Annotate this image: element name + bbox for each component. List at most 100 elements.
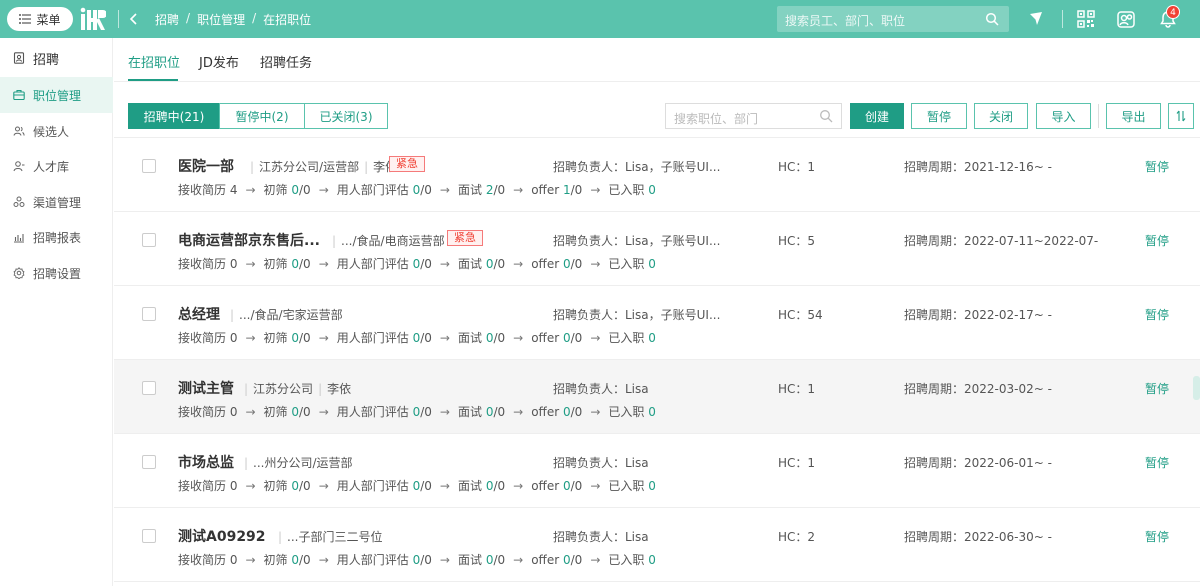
screen-total: /0: [299, 553, 311, 567]
contacts-icon[interactable]: [1116, 9, 1136, 29]
received-count[interactable]: 接收简历 0: [178, 331, 237, 345]
search-icon[interactable]: [985, 12, 999, 26]
status-tab-paused[interactable]: 暂停中(2): [219, 103, 305, 129]
job-search-input[interactable]: 搜索职位、部门: [665, 103, 842, 129]
offer-label: offer: [531, 479, 560, 493]
received-count[interactable]: 接收简历 0: [178, 257, 237, 271]
sidebar-item-job-management[interactable]: 职位管理: [0, 77, 113, 113]
sidebar-item-recruit[interactable]: 招聘: [0, 40, 113, 76]
tab-recruit-tasks[interactable]: 招聘任务: [260, 52, 312, 71]
job-title[interactable]: 市场总监: [178, 452, 234, 472]
job-title[interactable]: 医院一部: [178, 156, 234, 176]
joined-count[interactable]: 0: [648, 257, 656, 271]
job-title[interactable]: 测试主管: [178, 378, 234, 398]
pause-link[interactable]: 暂停: [1145, 158, 1169, 175]
sidebar-item-reports[interactable]: 招聘报表: [0, 219, 113, 255]
offer-count[interactable]: 0: [563, 257, 571, 271]
arrow-icon: →: [513, 331, 524, 345]
offer-count[interactable]: 0: [563, 553, 571, 567]
job-row[interactable]: 电商运营部京东售后... | .../食品/电商运营部 紧急 招聘负责人：Lisa，子账…: [114, 212, 1200, 286]
joined-count[interactable]: 0: [648, 331, 656, 345]
screen-count[interactable]: 0: [291, 183, 299, 197]
job-title[interactable]: 电商运营部京东售后...: [178, 230, 320, 250]
screen-count[interactable]: 0: [291, 553, 299, 567]
job-title[interactable]: 测试A09292: [178, 526, 266, 546]
close-button[interactable]: 关闭: [974, 103, 1028, 129]
offer-total: /0: [570, 183, 583, 197]
job-row[interactable]: 测试A09292 | ...子部门三二号位 招聘负责人：Lisa HC：2 招聘周期：20…: [114, 508, 1200, 582]
job-row[interactable]: 总经理 | .../食品/宅家运营部 招聘负责人：Lisa，子账号UI... HC：54…: [114, 286, 1200, 360]
job-row[interactable]: 测试主管 | 江苏分公司 | 李依 招聘负责人：Lisa HC：1 招聘周期：2022-03-…: [114, 360, 1200, 434]
joined-count[interactable]: 0: [648, 405, 656, 419]
import-button[interactable]: 导入: [1036, 103, 1091, 129]
row-checkbox[interactable]: [142, 159, 156, 173]
sidebar-item-settings[interactable]: 招聘设置: [0, 255, 113, 291]
arrow-icon: →: [245, 479, 256, 493]
joined-count[interactable]: 0: [648, 183, 656, 197]
row-checkbox[interactable]: [142, 307, 156, 321]
screen-total: /0: [299, 479, 311, 493]
menu-button[interactable]: 菜单: [7, 7, 73, 31]
received-count[interactable]: 接收简历 0: [178, 405, 237, 419]
sidebar-item-talent-pool[interactable]: 人才库: [0, 148, 113, 184]
pointer-icon[interactable]: [1026, 9, 1046, 29]
job-department: .../食品/电商运营部: [341, 234, 445, 248]
status-tab-closed[interactable]: 已关闭(3): [304, 103, 388, 129]
job-row[interactable]: 医院一部 | 江苏分公司/运营部 | 李依 紧急 招聘负责人：Lisa，子账号UI... HC…: [114, 138, 1200, 212]
sidebar-item-label: 招聘: [33, 52, 60, 68]
tab-open-positions[interactable]: 在招职位: [128, 52, 180, 71]
screen-label: 初筛: [263, 331, 288, 345]
screen-count[interactable]: 0: [291, 331, 299, 345]
pause-button[interactable]: 暂停: [911, 103, 967, 129]
pause-link[interactable]: 暂停: [1145, 306, 1169, 323]
received-count[interactable]: 接收简历 0: [178, 553, 237, 567]
scrollbar-thumb[interactable]: [1193, 376, 1200, 400]
row-checkbox[interactable]: [142, 455, 156, 469]
dept-eval-label: 用人部门评估: [336, 553, 409, 567]
status-tab-recruiting[interactable]: 招聘中(21): [128, 103, 220, 129]
pause-link[interactable]: 暂停: [1145, 528, 1169, 545]
global-search-input[interactable]: 搜索员工、部门、职位: [777, 6, 1009, 32]
offer-count[interactable]: 0: [563, 405, 571, 419]
create-button[interactable]: 创建: [850, 103, 904, 129]
screen-count[interactable]: 0: [291, 257, 299, 271]
offer-count[interactable]: 0: [563, 331, 571, 345]
offer-count[interactable]: 1: [563, 183, 571, 197]
job-row[interactable]: 市场总监 | ...州分公司/运营部 招聘负责人：Lisa HC：1 招聘周期：2022-…: [114, 434, 1200, 508]
sidebar-item-channels[interactable]: 渠道管理: [0, 184, 113, 220]
sidebar-item-candidates[interactable]: 候选人: [0, 113, 113, 149]
job-title[interactable]: 总经理: [178, 304, 220, 324]
qr-code-icon[interactable]: [1076, 9, 1096, 29]
chart-icon: [14, 234, 24, 243]
export-button[interactable]: 导出: [1106, 103, 1161, 129]
pause-link[interactable]: 暂停: [1145, 454, 1169, 471]
row-checkbox[interactable]: [142, 529, 156, 543]
breadcrumb-item[interactable]: 招聘: [155, 11, 179, 28]
person-icon: [13, 161, 25, 172]
interview-label: 面试: [457, 405, 482, 419]
screen-count[interactable]: 0: [291, 405, 299, 419]
breadcrumb-item[interactable]: 职位管理: [197, 11, 245, 28]
screen-count[interactable]: 0: [291, 479, 299, 493]
pipeline-stats: 接收简历 0 → 初筛 0/0 → 用人部门评估 0/0 → 面试 0/0 → offer 0/…: [178, 255, 656, 272]
joined-count[interactable]: 0: [648, 553, 656, 567]
back-arrow-icon[interactable]: [128, 10, 140, 28]
received-count[interactable]: 接收简历 0: [178, 479, 237, 493]
arrow-icon: →: [245, 183, 256, 197]
pause-link[interactable]: 暂停: [1145, 232, 1169, 249]
search-icon[interactable]: [819, 109, 833, 123]
interview-total: /0: [493, 183, 506, 197]
sort-button[interactable]: [1168, 103, 1194, 129]
arrow-icon: →: [318, 405, 329, 419]
arrow-icon: →: [245, 331, 256, 345]
row-checkbox[interactable]: [142, 381, 156, 395]
tab-jd-publish[interactable]: JD发布: [199, 52, 239, 71]
pause-link[interactable]: 暂停: [1145, 380, 1169, 397]
row-checkbox[interactable]: [142, 233, 156, 247]
received-count[interactable]: 接收简历 4: [178, 183, 237, 197]
offer-count[interactable]: 0: [563, 479, 571, 493]
dept-eval-label: 用人部门评估: [336, 257, 409, 271]
joined-count[interactable]: 0: [648, 479, 656, 493]
arrow-icon: →: [245, 257, 256, 271]
recruit-period: 招聘周期：2022-03-02~ -: [904, 382, 1052, 396]
